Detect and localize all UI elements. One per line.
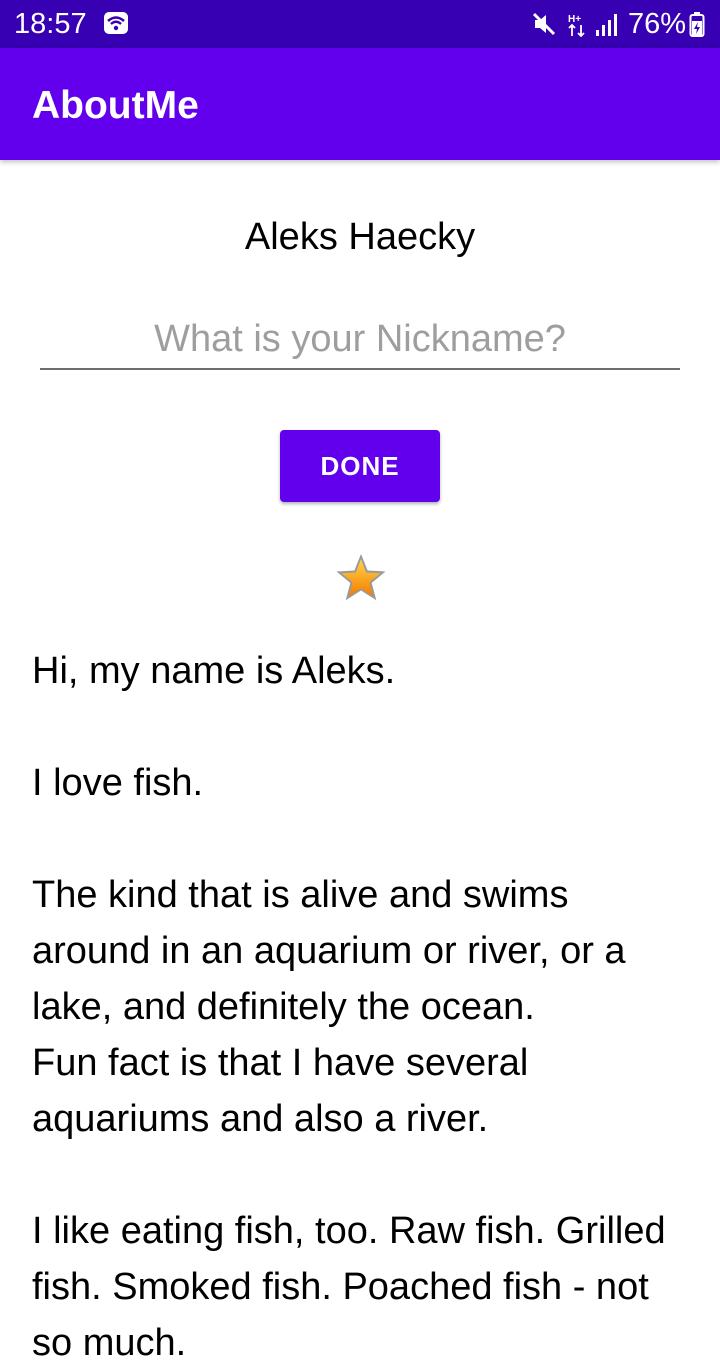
nickname-input[interactable] (40, 310, 680, 370)
wifi-icon (103, 11, 129, 40)
battery-percent: 76% (628, 8, 687, 40)
battery-icon (689, 12, 705, 43)
name-text: Aleks Haecky (244, 216, 476, 258)
svg-text:H+: H+ (568, 14, 581, 25)
data-icon: H+ (566, 12, 588, 43)
star-icon (333, 551, 389, 612)
status-bar: 18:57 H+ 76% (0, 0, 720, 48)
mute-icon (531, 11, 557, 42)
app-bar: AboutMe (0, 48, 720, 160)
status-time: 18:57 (14, 8, 87, 40)
signal-icon (595, 13, 621, 42)
bio-text: Hi, my name is Aleks. I love fish. The k… (32, 650, 666, 1364)
app-title: AboutMe (32, 84, 199, 127)
done-button[interactable]: DONE (280, 430, 440, 502)
